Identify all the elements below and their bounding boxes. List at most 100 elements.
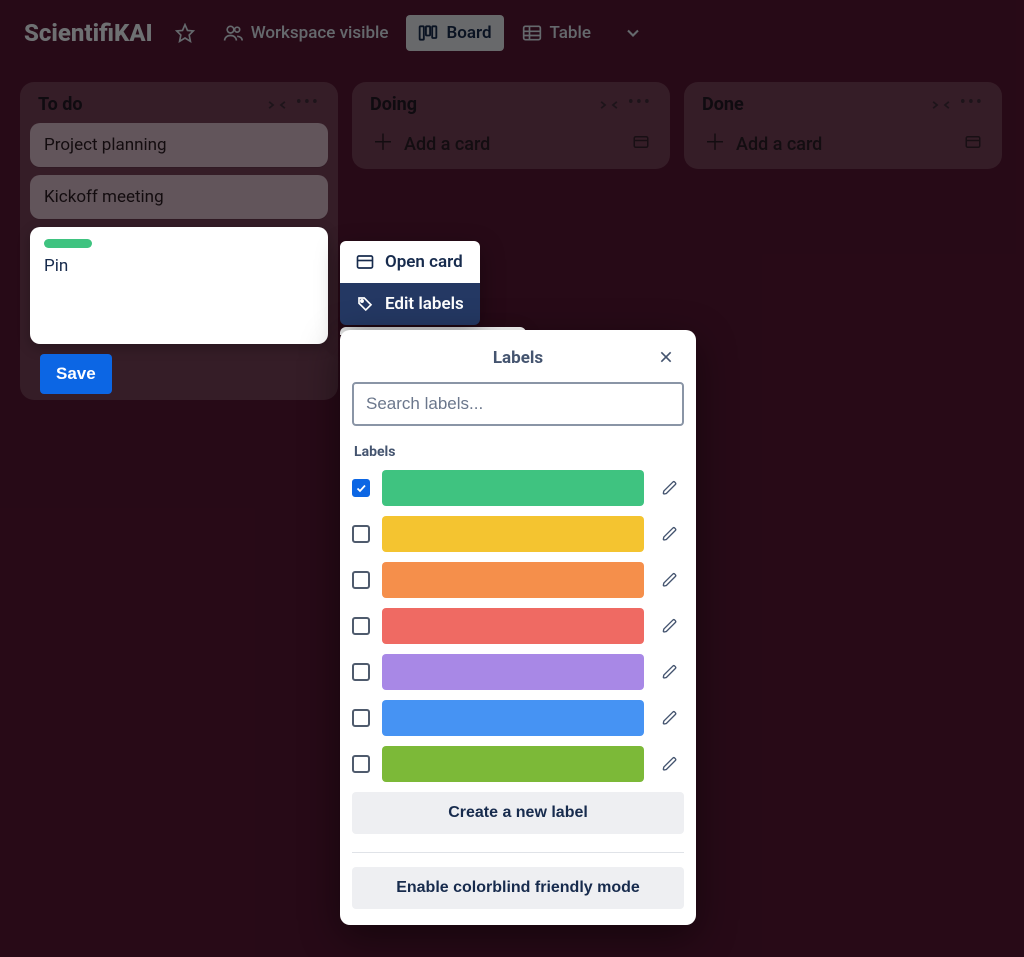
edit-label-button[interactable] — [656, 526, 684, 542]
card-template-button[interactable] — [632, 133, 650, 155]
label-checkbox[interactable] — [352, 617, 370, 635]
list-todo: To do ••• Project planning Kickoff meeti… — [20, 82, 338, 400]
template-icon — [964, 133, 982, 151]
edit-label-button[interactable] — [656, 756, 684, 772]
ctx-edit-labels[interactable]: Edit labels — [340, 283, 480, 325]
label-checkbox[interactable] — [352, 525, 370, 543]
edit-label-button[interactable] — [656, 572, 684, 588]
create-label-button[interactable]: Create a new label — [352, 792, 684, 834]
card[interactable]: Kickoff meeting — [30, 175, 328, 219]
label-checkbox[interactable] — [352, 571, 370, 589]
labels-search-input[interactable] — [352, 382, 684, 426]
label-row — [352, 746, 684, 782]
pencil-icon — [662, 710, 678, 726]
workspace-visibility-button[interactable]: Workspace visible — [211, 15, 401, 51]
label-checkbox[interactable] — [352, 479, 370, 497]
pencil-icon — [662, 526, 678, 542]
view-table-button[interactable]: Table — [510, 15, 603, 51]
plus-icon: ＋ — [372, 133, 394, 155]
close-icon — [658, 349, 674, 365]
list-doing: Doing ••• ＋ Add a card — [352, 82, 670, 169]
label-swatch[interactable] — [382, 608, 644, 644]
pencil-icon — [662, 664, 678, 680]
list-title[interactable]: Done — [702, 94, 744, 115]
star-button[interactable] — [165, 15, 205, 51]
add-card-button[interactable]: ＋ Add a card — [372, 133, 490, 155]
view-table-label: Table — [550, 23, 591, 43]
labels-popover: Labels Labels Create a new label Enable … — [340, 330, 696, 925]
list-menu-button[interactable]: ••• — [296, 92, 320, 113]
card-label-chip — [44, 239, 92, 248]
card-composer[interactable]: Pin — [30, 227, 328, 344]
board-title[interactable]: ScientifiKAI — [24, 19, 153, 47]
card[interactable]: Project planning — [30, 123, 328, 167]
workspace-visibility-label: Workspace visible — [251, 23, 389, 43]
view-board-button[interactable]: Board — [406, 15, 503, 51]
save-button[interactable]: Save — [40, 354, 112, 394]
add-card-button[interactable]: ＋ Add a card — [704, 133, 822, 155]
edit-label-button[interactable] — [656, 618, 684, 634]
ctx-edit-label: Edit labels — [385, 294, 464, 314]
label-row — [352, 470, 684, 506]
labels-list — [352, 470, 684, 782]
collapse-icon — [598, 98, 620, 112]
label-swatch[interactable] — [382, 562, 644, 598]
card-composer-text: Pin — [44, 256, 314, 276]
label-swatch[interactable] — [382, 746, 644, 782]
popover-header: Labels — [352, 342, 684, 382]
card-context-menu: Open card Edit labels — [340, 241, 480, 325]
card-template-button[interactable] — [964, 133, 982, 155]
list-title[interactable]: To do — [38, 94, 83, 115]
edit-label-button[interactable] — [656, 664, 684, 680]
ctx-open-label: Open card — [385, 252, 463, 272]
pencil-icon — [662, 480, 678, 496]
list-done: Done ••• ＋ Add a card — [684, 82, 1002, 169]
collapse-list-button[interactable] — [598, 98, 620, 112]
collapse-list-button[interactable] — [930, 98, 952, 112]
view-board-label: Board — [446, 23, 491, 43]
list-menu-button[interactable]: ••• — [960, 92, 984, 113]
list-header-controls: ••• — [598, 96, 652, 113]
label-row — [352, 608, 684, 644]
ctx-open-card[interactable]: Open card — [340, 241, 480, 283]
list-header-controls: ••• — [930, 96, 984, 113]
collapse-icon — [930, 98, 952, 112]
add-card-label: Add a card — [404, 134, 490, 155]
view-switcher-caret[interactable] — [613, 15, 653, 51]
collapse-icon — [266, 98, 288, 112]
list-menu-button[interactable]: ••• — [628, 92, 652, 113]
label-swatch[interactable] — [382, 654, 644, 690]
list-header-controls: ••• — [266, 96, 320, 113]
board-icon — [418, 24, 438, 42]
label-swatch[interactable] — [382, 470, 644, 506]
labels-section-header: Labels — [354, 444, 682, 460]
label-row — [352, 516, 684, 552]
list-title[interactable]: Doing — [370, 94, 417, 115]
board-top-bar: ScientifiKAI Workspace visible Board Tab… — [0, 0, 1024, 66]
template-icon — [632, 133, 650, 151]
check-icon — [355, 482, 367, 494]
label-row — [352, 562, 684, 598]
label-checkbox[interactable] — [352, 755, 370, 773]
table-icon — [522, 24, 542, 42]
edit-label-button[interactable] — [656, 710, 684, 726]
chevron-down-icon — [623, 23, 643, 43]
label-checkbox[interactable] — [352, 663, 370, 681]
pencil-icon — [662, 756, 678, 772]
label-row — [352, 700, 684, 736]
list-header: Doing ••• — [362, 94, 660, 123]
popover-title: Labels — [493, 348, 543, 368]
popover-close-button[interactable] — [654, 344, 678, 374]
add-card-label: Add a card — [736, 134, 822, 155]
label-swatch[interactable] — [382, 700, 644, 736]
colorblind-mode-button[interactable]: Enable colorblind friendly mode — [352, 867, 684, 909]
star-icon — [175, 23, 195, 43]
label-row — [352, 654, 684, 690]
label-checkbox[interactable] — [352, 709, 370, 727]
tag-icon — [356, 295, 374, 313]
plus-icon: ＋ — [704, 133, 726, 155]
label-swatch[interactable] — [382, 516, 644, 552]
collapse-list-button[interactable] — [266, 98, 288, 112]
pencil-icon — [662, 572, 678, 588]
edit-label-button[interactable] — [656, 480, 684, 496]
